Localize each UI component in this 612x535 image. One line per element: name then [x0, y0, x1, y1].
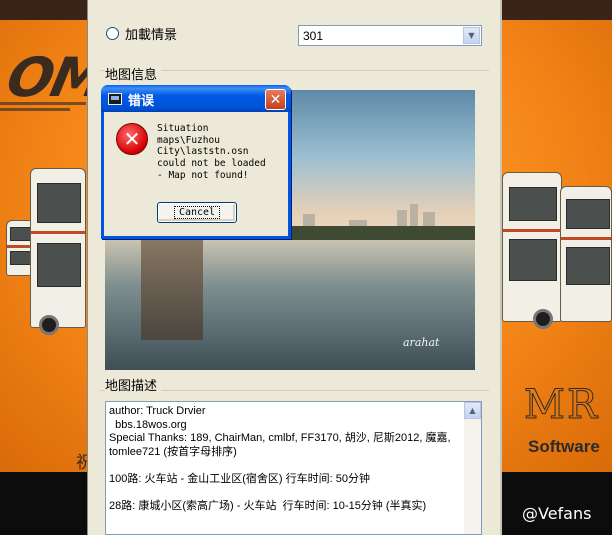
map-description-text: author: Truck Drvier bbs.18wos.org Speci… [109, 405, 451, 512]
error-x-icon: ✕ [116, 123, 148, 155]
map-description-textarea[interactable]: author: Truck Drvier bbs.18wos.org Speci… [105, 401, 482, 535]
bus-illustration [560, 186, 612, 322]
dialog-title: 错误 [128, 94, 155, 109]
load-scene-radio[interactable] [106, 27, 119, 40]
photo-shoreline [275, 226, 475, 241]
mr-logo-software: Software [528, 437, 600, 456]
photo-signature: arahat [403, 336, 440, 349]
error-dialog: 错误 ✕ ✕ Situation maps\Fuzhou City\lastst… [101, 85, 291, 239]
app-icon [108, 93, 122, 105]
mr-software-logo: MR Software [522, 382, 602, 462]
map-info-title: 地图信息 [105, 64, 162, 83]
cancel-button-label: Cancel [173, 206, 221, 219]
chevron-down-icon[interactable]: ▼ [463, 27, 480, 44]
close-button[interactable]: ✕ [265, 89, 286, 110]
load-scene-label: 加載情景 [125, 28, 178, 43]
scenario-panel: 加載情景 301 ▼ 地图信息 arahat 地图描述 author: Truc… [87, 0, 502, 535]
photo-reflection [141, 240, 203, 340]
mr-logo-letters: MR [523, 382, 600, 429]
error-message: Situation maps\Fuzhou City\laststn.osn c… [157, 123, 266, 181]
scroll-up-icon[interactable]: ▲ [464, 402, 481, 419]
map-description-title: 地图描述 [105, 375, 162, 394]
bus-illustration [30, 168, 86, 335]
scene-select[interactable]: 301 ▼ [298, 25, 482, 46]
dialog-titlebar[interactable]: 错误 ✕ [101, 85, 291, 112]
scene-select-value: 301 [303, 28, 324, 43]
load-scene-option[interactable]: 加載情景 [106, 24, 177, 43]
watermark: @Vefans [522, 504, 592, 523]
cancel-button[interactable]: Cancel [157, 202, 237, 223]
description-scrollbar[interactable]: ▲ [464, 402, 481, 534]
bus-illustration [502, 172, 562, 329]
